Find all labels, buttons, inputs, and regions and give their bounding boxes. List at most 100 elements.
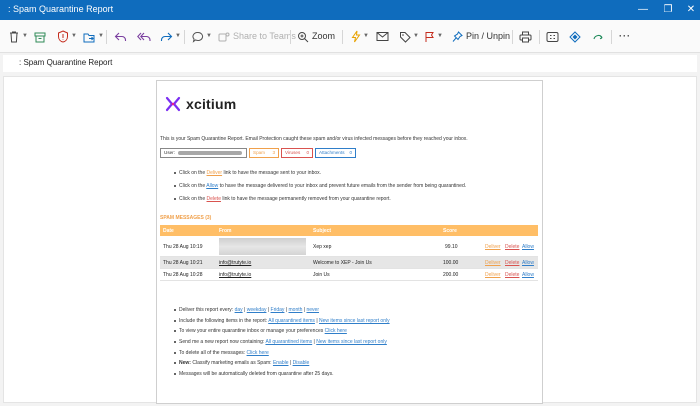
frequency-month-link[interactable]: month bbox=[289, 307, 303, 313]
addin-button[interactable] bbox=[569, 28, 581, 45]
frequency-never-link[interactable]: never bbox=[307, 307, 320, 313]
chat-icon bbox=[192, 31, 204, 43]
list-item: Include the following items in the repor… bbox=[174, 318, 390, 329]
table-row[interactable]: Thu 28 Aug 10:28 info@trutyte.io Join Us… bbox=[160, 269, 538, 281]
forward-icon bbox=[160, 32, 173, 41]
zoom-icon bbox=[298, 31, 309, 42]
window-title: : Spam Quarantine Report bbox=[8, 4, 114, 14]
reply-all-icon bbox=[137, 32, 151, 41]
delete-link[interactable]: Delete bbox=[505, 260, 519, 266]
send-all-link[interactable]: All quarantined items bbox=[265, 339, 312, 345]
diamond-icon bbox=[569, 30, 581, 43]
spam-table: Date From Subject Score Thu 28 Aug 10:19… bbox=[160, 225, 538, 281]
report-button[interactable]: ▼ bbox=[57, 28, 77, 45]
chevron-down-icon: ▼ bbox=[175, 33, 181, 39]
flag-button[interactable]: ▼ bbox=[424, 28, 443, 45]
chevron-down-icon: ▼ bbox=[413, 33, 419, 39]
spam-summary: Spam 3 bbox=[249, 148, 279, 158]
allow-link[interactable]: Allow bbox=[522, 272, 534, 278]
categorize-button[interactable]: ▼ bbox=[399, 28, 419, 45]
list-item: To delete all of the messages: Click her… bbox=[174, 350, 390, 361]
allow-link[interactable]: Allow bbox=[206, 183, 218, 189]
delete-link[interactable]: Delete bbox=[505, 244, 519, 250]
deliver-link[interactable]: Deliver bbox=[485, 260, 501, 266]
table-row[interactable]: Thu 28 Aug 10:19 Xep xep 99.10 Deliver D… bbox=[160, 236, 538, 257]
archive-icon bbox=[34, 32, 46, 42]
viva-button[interactable] bbox=[592, 28, 604, 45]
more-options-button[interactable]: ··· bbox=[619, 28, 631, 45]
email-body: xcitium This is your Spam Quarantine Rep… bbox=[156, 80, 543, 404]
list-item: Messages will be automatically deleted f… bbox=[174, 371, 390, 382]
list-item: Click on the Deliver link to have the me… bbox=[174, 170, 466, 183]
delete-link[interactable]: Delete bbox=[505, 272, 519, 278]
ribbon-toolbar: ▼ ▼ ▼ ▼ ▼ Share to Teams Zoom ▼ ▼ ▼ Pin … bbox=[0, 20, 700, 53]
flag-icon bbox=[425, 31, 434, 42]
include-new-link[interactable]: New items since last report only bbox=[319, 318, 390, 324]
spam-messages-heading: SPAM MESSAGES (3) bbox=[160, 215, 212, 221]
restore-icon[interactable]: ❐ bbox=[661, 3, 675, 17]
list-item: Click on the Delete link to have the mes… bbox=[174, 196, 466, 209]
chevron-down-icon: ▼ bbox=[98, 33, 104, 39]
move-button[interactable]: ▼ bbox=[83, 28, 104, 45]
view-quarantine-link[interactable]: Click here bbox=[325, 328, 347, 334]
report-options-list: Deliver this report every: day | weekday… bbox=[174, 307, 390, 382]
redacted-user bbox=[177, 150, 242, 155]
zoom-button[interactable]: Zoom bbox=[297, 28, 335, 45]
trash-icon bbox=[10, 31, 18, 43]
sender-link[interactable]: info@trutyte.io bbox=[219, 272, 251, 278]
reply-all-button[interactable] bbox=[137, 28, 151, 45]
enable-link[interactable]: Enable bbox=[273, 360, 289, 366]
include-all-link[interactable]: All quarantined items bbox=[268, 318, 315, 324]
tag-icon bbox=[400, 31, 411, 43]
envelope-icon bbox=[376, 32, 389, 41]
xcitium-logo-icon bbox=[165, 96, 181, 112]
delete-all-link[interactable]: Click here bbox=[247, 350, 269, 356]
allow-link[interactable]: Allow bbox=[522, 244, 534, 250]
table-row[interactable]: Thu 28 Aug 10:21 info@trutyte.io Welcome… bbox=[160, 257, 538, 269]
intro-text: This is your Spam Quarantine Report. Ema… bbox=[160, 136, 468, 142]
list-item: Deliver this report every: day | weekday… bbox=[174, 307, 390, 318]
minimize-icon[interactable]: — bbox=[636, 3, 650, 17]
pin-unpin-button[interactable]: Pin / Unpin bbox=[452, 28, 510, 45]
teams-chat-button[interactable]: ▼ bbox=[192, 28, 212, 45]
frequency-day-link[interactable]: day bbox=[235, 307, 243, 313]
redacted-sender bbox=[219, 238, 306, 255]
toolbar-divider bbox=[290, 30, 291, 44]
chevron-down-icon: ▼ bbox=[71, 33, 77, 39]
send-new-link[interactable]: New items since last report only bbox=[316, 339, 387, 345]
attachments-summary: Attachments 0 bbox=[315, 148, 356, 158]
title-bar: : Spam Quarantine Report — ❐ ✕ bbox=[0, 0, 700, 20]
deliver-link[interactable]: Deliver bbox=[485, 244, 501, 250]
frequency-friday-link[interactable]: Friday bbox=[271, 307, 285, 313]
close-icon[interactable]: ✕ bbox=[684, 3, 698, 17]
message-subject: : Spam Quarantine Report bbox=[19, 58, 113, 67]
toolbar-divider bbox=[539, 30, 540, 44]
chevron-down-icon: ▼ bbox=[206, 33, 212, 39]
sender-link[interactable]: info@trutyte.io bbox=[219, 260, 251, 266]
brand-logo: xcitium bbox=[165, 96, 236, 112]
delete-link[interactable]: Delete bbox=[207, 196, 221, 202]
list-item: New: Classify marketing emails as Spam: … bbox=[174, 360, 390, 371]
toolbar-divider bbox=[106, 30, 107, 44]
reply-button[interactable] bbox=[114, 28, 127, 45]
toolbar-divider bbox=[611, 30, 612, 44]
lightning-icon bbox=[351, 30, 361, 43]
forward-button[interactable]: ▼ bbox=[160, 28, 181, 45]
grid-app-icon bbox=[546, 31, 559, 42]
archive-button[interactable] bbox=[34, 28, 46, 45]
deliver-link[interactable]: Deliver bbox=[207, 170, 223, 176]
swirl-icon bbox=[593, 34, 603, 39]
allow-link[interactable]: Allow bbox=[522, 260, 534, 266]
teams-icon bbox=[218, 32, 230, 41]
delete-button[interactable]: ▼ bbox=[8, 28, 28, 45]
frequency-weekday-link[interactable]: weekday bbox=[247, 307, 267, 313]
immersive-reader-button[interactable] bbox=[546, 28, 559, 45]
chevron-down-icon: ▼ bbox=[22, 33, 28, 39]
share-to-teams-button[interactable]: Share to Teams bbox=[218, 28, 296, 45]
brand-name: xcitium bbox=[186, 96, 237, 112]
print-button[interactable] bbox=[519, 28, 532, 45]
disable-link[interactable]: Disable bbox=[293, 360, 310, 366]
deliver-link[interactable]: Deliver bbox=[485, 272, 501, 278]
quick-steps-button[interactable]: ▼ bbox=[351, 28, 369, 45]
mark-unread-button[interactable] bbox=[376, 28, 389, 45]
